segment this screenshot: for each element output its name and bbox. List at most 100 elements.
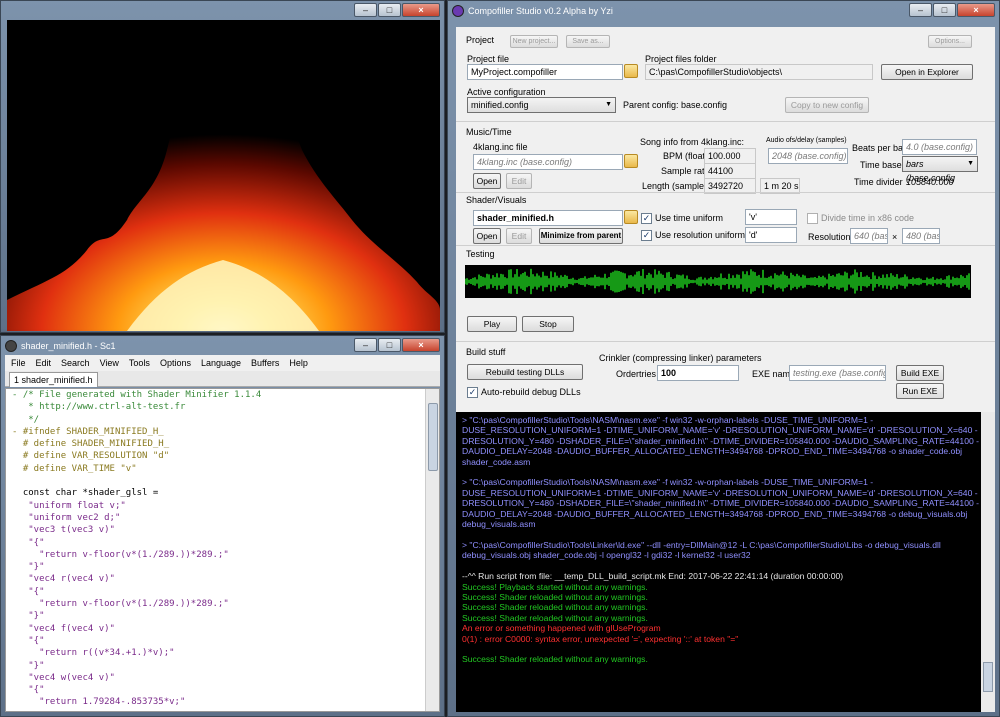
console-line: Success! Shader reloaded without any war…: [462, 612, 648, 623]
menu-help[interactable]: Help: [289, 358, 308, 368]
time-base-select[interactable]: bars (base.config ▼: [902, 156, 978, 183]
rebuild-testing-dlls-button[interactable]: Rebuild testing DLLs: [467, 364, 583, 380]
time-divider-value: 105840.000: [906, 177, 954, 187]
menu-edit[interactable]: Edit: [36, 358, 52, 368]
beats-per-bar-input[interactable]: 4.0 (base.config): [902, 139, 977, 155]
auto-rebuild-checkbox[interactable]: ✓: [467, 387, 478, 398]
maximize-icon[interactable]: □: [378, 3, 401, 17]
code-line: "return v-floor(v*(1./289.))*289.;": [12, 549, 229, 560]
chevron-down-icon: ▼: [967, 160, 974, 167]
crinkler-label: Crinkler (compressing linker) parameters: [599, 353, 762, 363]
menu-search[interactable]: Search: [61, 358, 90, 368]
active-config-select[interactable]: minified.config ▼: [467, 97, 616, 113]
run-exe-button[interactable]: Run EXE: [896, 383, 944, 399]
shader-edit-button[interactable]: Edit: [506, 228, 532, 244]
menu-tools[interactable]: Tools: [129, 358, 150, 368]
build-divider: [456, 341, 995, 342]
console-line: Success! Shader reloaded without any war…: [462, 654, 648, 665]
parent-config-label: Parent config: base.config: [623, 100, 728, 110]
resolution-y-input[interactable]: 480 (base: [902, 228, 940, 244]
close-icon[interactable]: ×: [402, 3, 440, 17]
audio-delay-input[interactable]: 2048 (base.config): [768, 148, 848, 164]
use-time-uniform-checkbox[interactable]: ✓: [641, 213, 652, 224]
console-line: Success! Shader reloaded without any war…: [462, 591, 648, 602]
code-text[interactable]: - /* File generated with Shader Minifier…: [12, 389, 419, 709]
project-file-input[interactable]: MyProject.compofiller: [467, 64, 623, 80]
shader-divider: [456, 192, 995, 193]
minimize-icon[interactable]: –: [354, 3, 377, 17]
console-scrollbar[interactable]: [981, 412, 995, 712]
minimize-icon[interactable]: –: [909, 3, 932, 17]
code-line: - #ifndef SHADER_MINIFIED_H_: [12, 426, 164, 437]
code-editor[interactable]: - /* File generated with Shader Minifier…: [5, 388, 440, 712]
maximize-icon[interactable]: □: [933, 3, 956, 17]
code-line: "{": [12, 685, 45, 696]
render-window-titlebar[interactable]: – □ ×: [1, 1, 444, 20]
folder-icon[interactable]: [624, 64, 638, 78]
klang-file-input[interactable]: 4klang.inc (base.config): [473, 154, 623, 170]
code-line: "vec4 r(vec4 v)": [12, 574, 115, 585]
resolution-uniform-name-input[interactable]: 'd': [745, 227, 797, 243]
use-resolution-uniform-checkbox[interactable]: ✓: [641, 230, 652, 241]
options-button[interactable]: Options...: [928, 35, 972, 48]
console-line: > "C:\pas\CompofillerStudio\Tools\Linker…: [462, 539, 944, 561]
menu-buffers[interactable]: Buffers: [251, 358, 279, 368]
minimize-from-parent-button[interactable]: Minimize from parent: [539, 228, 623, 244]
menu-options[interactable]: Options: [160, 358, 191, 368]
time-divider-label: Time divider: [854, 177, 903, 187]
copy-to-new-config-button[interactable]: Copy to new config: [785, 97, 869, 113]
play-button[interactable]: Play: [467, 316, 517, 332]
time-uniform-name-input[interactable]: 'v': [745, 209, 797, 225]
waveform-graphic: [464, 268, 970, 295]
menu-view[interactable]: View: [100, 358, 119, 368]
console-text: > "C:\pas\CompofillerStudio\Tools\NASM\n…: [462, 415, 979, 665]
auto-rebuild-label: Auto-rebuild debug DLLs: [481, 387, 581, 397]
close-icon[interactable]: ×: [957, 3, 995, 17]
audio-waveform[interactable]: [464, 265, 971, 298]
music-header: Music/Time: [466, 127, 512, 137]
tab-shader-minified[interactable]: 1 shader_minified.h: [9, 372, 98, 387]
menu-file[interactable]: File: [11, 358, 26, 368]
close-icon[interactable]: ×: [402, 338, 440, 352]
console-scroll-thumb[interactable]: [983, 662, 993, 692]
maximize-icon[interactable]: □: [378, 338, 401, 352]
stop-button[interactable]: Stop: [522, 316, 574, 332]
console-line: --^^ Run script from file: __temp_DLL_bu…: [462, 571, 844, 582]
project-folder-label: Project files folder: [645, 54, 717, 64]
bpm-label: BPM (float): [663, 151, 709, 161]
output-console[interactable]: > "C:\pas\CompofillerStudio\Tools\NASM\n…: [456, 412, 995, 712]
save-as-button[interactable]: Save as...: [566, 35, 610, 48]
open-in-explorer-button[interactable]: Open in Explorer: [881, 64, 973, 80]
fire-render-view: [7, 20, 440, 331]
ordertries-label: Ordertries: [616, 369, 657, 379]
editor-scroll-thumb[interactable]: [428, 403, 438, 471]
divide-time-checkbox[interactable]: [807, 213, 818, 224]
folder-icon[interactable]: [624, 154, 638, 168]
project-file-label: Project file: [467, 54, 510, 64]
audio-delay-label: Audio ofs/delay (samples): [766, 137, 847, 144]
resolution-x-input[interactable]: 640 (base: [850, 228, 888, 244]
minimize-icon[interactable]: –: [354, 338, 377, 352]
shader-file-input[interactable]: shader_minified.h: [473, 210, 623, 226]
menu-language[interactable]: Language: [201, 358, 241, 368]
console-line: > "C:\pas\CompofillerStudio\Tools\NASM\n…: [462, 415, 980, 467]
shader-header: Shader/Visuals: [466, 195, 527, 205]
build-exe-button[interactable]: Build EXE: [896, 365, 944, 381]
code-line: "vec3 t(vec3 v)": [12, 525, 115, 536]
code-line: "return 1.79284-.853735*v;": [12, 697, 186, 708]
klang-open-button[interactable]: Open: [473, 173, 501, 189]
shader-open-button[interactable]: Open: [473, 228, 501, 244]
new-project-button[interactable]: New project...: [510, 35, 558, 48]
folder-icon[interactable]: [624, 210, 638, 224]
compofiller-titlebar[interactable]: Compofiller Studio v0.2 Alpha by Yzi – □…: [448, 1, 999, 20]
use-time-uniform-label: Use time uniform: [655, 213, 724, 223]
exe-name-input[interactable]: testing.exe (base.config): [789, 365, 886, 381]
sc1-titlebar[interactable]: shader_minified.h - Sc1 – □ ×: [1, 336, 444, 355]
editor-scrollbar[interactable]: [425, 389, 439, 711]
klang-edit-button[interactable]: Edit: [506, 173, 532, 189]
ordertries-input[interactable]: 100: [657, 365, 739, 381]
